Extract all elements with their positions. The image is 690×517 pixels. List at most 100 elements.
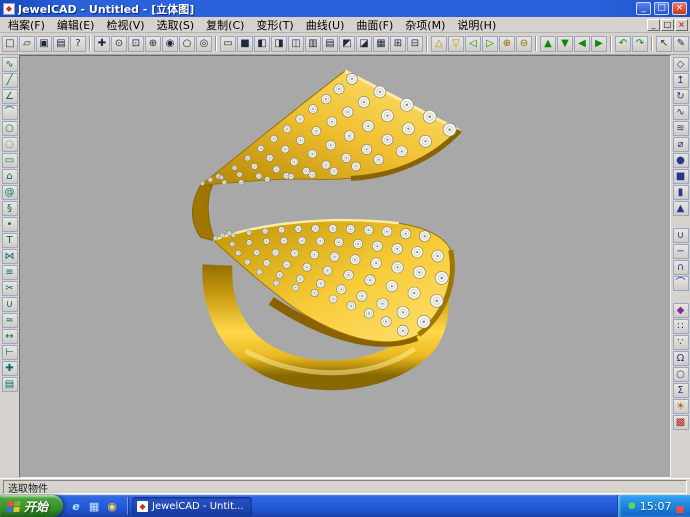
smooth-button[interactable]: ≈ bbox=[2, 313, 18, 328]
text-tool-button[interactable]: T bbox=[2, 233, 18, 248]
pan-view-button[interactable]: ✚ bbox=[94, 36, 110, 52]
freeform-curve-button[interactable]: ∿ bbox=[2, 57, 18, 72]
layers-button[interactable]: ▤ bbox=[2, 377, 18, 392]
box-primitive-button[interactable]: ■ bbox=[673, 169, 689, 184]
spiral-button[interactable]: @ bbox=[2, 185, 18, 200]
rotate-right-button[interactable]: ▷ bbox=[482, 36, 498, 52]
bail-button[interactable]: Ω bbox=[673, 351, 689, 366]
render-button[interactable]: ☀ bbox=[673, 399, 689, 414]
material-button[interactable]: ▩ bbox=[673, 415, 689, 430]
child-close-button[interactable]: × bbox=[675, 19, 688, 31]
boolean-union-button[interactable]: ∪ bbox=[673, 228, 689, 243]
corner-view-a-button[interactable]: ◩ bbox=[339, 36, 355, 52]
snap-button[interactable]: ✚ bbox=[2, 361, 18, 376]
boolean-subtract-button[interactable]: − bbox=[673, 244, 689, 259]
zoom-out-button[interactable]: ⊖ bbox=[516, 36, 532, 52]
quad-view-button[interactable]: ◫ bbox=[288, 36, 304, 52]
taskbar-app-button[interactable]: ◆ JewelCAD - Untit... bbox=[132, 497, 252, 516]
child-restore-button[interactable]: □ bbox=[661, 19, 674, 31]
polygon-button[interactable]: ⌂ bbox=[2, 169, 18, 184]
start-button[interactable]: 开始 bbox=[0, 495, 63, 517]
menu-transform[interactable]: 变形(T) bbox=[250, 17, 299, 33]
revolve-surface-button[interactable]: ↻ bbox=[673, 89, 689, 104]
offset-button[interactable]: ≡ bbox=[2, 265, 18, 280]
pan-right-button[interactable]: ▶ bbox=[591, 36, 607, 52]
weight-calc-button[interactable]: Σ bbox=[673, 383, 689, 398]
spin-view-button[interactable]: ◉ bbox=[162, 36, 178, 52]
join-button[interactable]: ∪ bbox=[2, 297, 18, 312]
menu-copy[interactable]: 复制(C) bbox=[200, 17, 250, 33]
menu-file[interactable]: 档案(F) bbox=[2, 17, 51, 33]
menu-view[interactable]: 检视(V) bbox=[100, 17, 150, 33]
grid-on-button[interactable]: ⊞ bbox=[390, 36, 406, 52]
loft-surface-button[interactable]: ≋ bbox=[673, 121, 689, 136]
menu-curve[interactable]: 曲线(U) bbox=[300, 17, 351, 33]
pan-down-button[interactable]: ▼ bbox=[557, 36, 573, 52]
menu-help[interactable]: 说明(H) bbox=[451, 17, 502, 33]
wireframe-view-button[interactable]: ○ bbox=[179, 36, 195, 52]
split-left-button[interactable]: ◧ bbox=[254, 36, 270, 52]
rotate-up-button[interactable]: △ bbox=[431, 36, 447, 52]
pan-up-button[interactable]: ▲ bbox=[540, 36, 556, 52]
circle-button[interactable]: ○ bbox=[2, 121, 18, 136]
prong-setting-button[interactable]: ∷ bbox=[673, 319, 689, 334]
close-button[interactable]: × bbox=[672, 2, 687, 15]
pan-left-button[interactable]: ◀ bbox=[574, 36, 590, 52]
zoom-window-button[interactable]: ⊡ bbox=[128, 36, 144, 52]
mesh-view-button[interactable]: ▥ bbox=[305, 36, 321, 52]
restore-button[interactable]: □ bbox=[654, 2, 669, 15]
open-file-button[interactable]: ▱ bbox=[19, 36, 35, 52]
sphere-primitive-button[interactable]: ● bbox=[673, 153, 689, 168]
zoom-extents-button[interactable]: ⊕ bbox=[145, 36, 161, 52]
media-player-icon[interactable]: ◉ bbox=[105, 499, 119, 513]
line-button[interactable]: ╱ bbox=[2, 73, 18, 88]
split-right-button[interactable]: ◨ bbox=[271, 36, 287, 52]
help-button[interactable]: ? bbox=[70, 36, 86, 52]
rectangle-button[interactable]: ▭ bbox=[2, 153, 18, 168]
extrude-surface-button[interactable]: ↥ bbox=[673, 73, 689, 88]
ring-sizer-button[interactable]: ○ bbox=[673, 367, 689, 382]
dimension-button[interactable]: ⊢ bbox=[2, 345, 18, 360]
measure-button[interactable]: ↔ bbox=[2, 329, 18, 344]
rotate-view-button[interactable]: ⊙ bbox=[111, 36, 127, 52]
polyline-button[interactable]: ∠ bbox=[2, 89, 18, 104]
boolean-intersect-button[interactable]: ∩ bbox=[673, 260, 689, 275]
menu-edit[interactable]: 编辑(E) bbox=[51, 17, 101, 33]
child-minimize-button[interactable]: _ bbox=[647, 19, 660, 31]
rotate-down-button[interactable]: ▽ bbox=[448, 36, 464, 52]
pave-pattern-button[interactable]: ∵ bbox=[673, 335, 689, 350]
edit-pen-button[interactable]: ✎ bbox=[673, 36, 689, 52]
shaded-mode-button[interactable]: ■ bbox=[237, 36, 253, 52]
cone-primitive-button[interactable]: ▲ bbox=[673, 201, 689, 216]
mirror-button[interactable]: ⋈ bbox=[2, 249, 18, 264]
redo-button[interactable]: ↷ bbox=[632, 36, 648, 52]
new-file-button[interactable]: □ bbox=[2, 36, 18, 52]
hatch-view-button[interactable]: ▤ bbox=[322, 36, 338, 52]
tray-status-icon[interactable]: ● bbox=[628, 502, 636, 511]
minimize-button[interactable]: _ bbox=[636, 2, 651, 15]
save-file-button[interactable]: ▣ bbox=[36, 36, 52, 52]
pipe-surface-button[interactable]: ⌀ bbox=[673, 137, 689, 152]
single-view-button[interactable]: ▭ bbox=[220, 36, 236, 52]
gem-button[interactable]: ◆ bbox=[673, 303, 689, 318]
print-button[interactable]: ▤ bbox=[53, 36, 69, 52]
viewport-canvas[interactable] bbox=[19, 55, 671, 478]
menu-misc[interactable]: 杂项(M) bbox=[399, 17, 451, 33]
helix-button[interactable]: § bbox=[2, 201, 18, 216]
zoom-in-button[interactable]: ⊕ bbox=[499, 36, 515, 52]
show-desktop-icon[interactable]: ▦ bbox=[87, 499, 101, 513]
menu-select[interactable]: 选取(S) bbox=[151, 17, 201, 33]
corner-view-b-button[interactable]: ◪ bbox=[356, 36, 372, 52]
plane-surface-button[interactable]: ◇ bbox=[673, 57, 689, 72]
sweep-surface-button[interactable]: ∿ bbox=[673, 105, 689, 120]
cylinder-primitive-button[interactable]: ▮ bbox=[673, 185, 689, 200]
shaded-view-button[interactable]: ◎ bbox=[196, 36, 212, 52]
ellipse-button[interactable]: ◌ bbox=[2, 137, 18, 152]
rotate-left-button[interactable]: ◁ bbox=[465, 36, 481, 52]
internet-explorer-icon[interactable]: e bbox=[69, 499, 83, 513]
point-button[interactable]: • bbox=[2, 217, 18, 232]
grid-off-button[interactable]: ⊟ bbox=[407, 36, 423, 52]
tray-alert-icon[interactable]: ■ bbox=[675, 505, 684, 515]
dense-view-button[interactable]: ▦ bbox=[373, 36, 389, 52]
arc-button[interactable]: ⌒ bbox=[2, 105, 18, 120]
